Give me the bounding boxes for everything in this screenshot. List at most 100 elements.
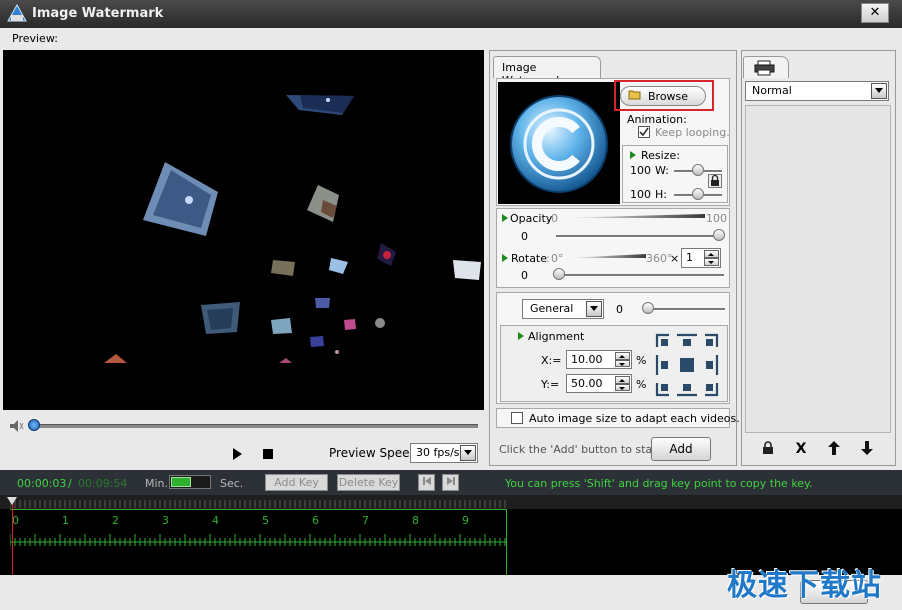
ruler-top-ticks: [10, 500, 506, 508]
app-logo-icon: [7, 3, 27, 22]
stepper-up-icon[interactable]: [615, 352, 630, 360]
chevron-down-icon[interactable]: [460, 445, 476, 461]
x-label: X:=: [541, 354, 562, 367]
rotate-slider-thumb[interactable]: [553, 268, 565, 280]
stepper-down-icon[interactable]: [704, 258, 719, 266]
arrow-down-icon: [861, 441, 873, 455]
add-button[interactable]: Add: [651, 437, 711, 461]
arrow-up-icon: [828, 441, 840, 455]
close-button[interactable]: ✕: [861, 3, 889, 23]
stepper-up-icon[interactable]: [615, 376, 630, 384]
ruler-ticks: [10, 534, 506, 546]
delete-layer-icon[interactable]: X: [791, 441, 811, 459]
keep-looping-checkbox[interactable]: [638, 126, 650, 138]
preview-speed-select[interactable]: 30 fps/s: [410, 443, 478, 463]
expand-arrow-icon: [502, 254, 508, 262]
auto-size-checkbox[interactable]: [511, 412, 523, 424]
play-icon[interactable]: [230, 447, 244, 461]
delete-key-button[interactable]: Delete Key: [337, 474, 400, 491]
timeline-hint: You can press 'Shift' and drag key point…: [505, 477, 813, 490]
browse-label: Browse: [648, 90, 689, 103]
tick-label: 4: [212, 514, 219, 527]
height-slider-thumb[interactable]: [692, 188, 704, 200]
stepper-buttons[interactable]: [704, 250, 719, 266]
blend-mode-select[interactable]: Normal: [745, 81, 889, 101]
folder-open-icon: [628, 90, 641, 100]
y-percent-label: %: [636, 378, 647, 391]
site-watermark: 极速下载站: [727, 568, 882, 603]
seek-thumb[interactable]: [28, 419, 40, 431]
rotate-value: 0: [521, 269, 528, 282]
watermark-thumbnail: [498, 82, 620, 204]
ruler-line: [10, 509, 506, 510]
stepper-down-icon[interactable]: [615, 383, 630, 391]
rotate-slider-track[interactable]: [556, 274, 724, 277]
position-slider-track[interactable]: [643, 308, 725, 311]
playhead[interactable]: [12, 500, 13, 575]
height-label: H:: [655, 188, 667, 201]
opacity-slider-track[interactable]: [556, 235, 724, 238]
video-preview: [3, 50, 484, 410]
playhead-handle-icon[interactable]: [7, 497, 17, 505]
printer-icon: [754, 60, 775, 76]
rotate-label: Rotate: [511, 252, 548, 265]
stepper-buttons[interactable]: [615, 352, 630, 367]
prev-key-button[interactable]: [418, 474, 435, 491]
alignment-grid[interactable]: [655, 333, 719, 397]
lock-icon[interactable]: [708, 174, 722, 188]
width-label: W:: [655, 164, 669, 177]
tick-label: 9: [462, 514, 469, 527]
position-mode-select[interactable]: General: [522, 299, 604, 319]
x-percent-label: %: [636, 354, 647, 367]
rotate-count-value: 1: [686, 251, 693, 264]
ruler-end-line: [506, 509, 507, 575]
rotate-count-stepper[interactable]: 1: [681, 248, 721, 268]
tick-label: 1: [62, 514, 69, 527]
checkmark-icon: [639, 127, 649, 137]
tick-label: 5: [262, 514, 269, 527]
width-slider-thumb[interactable]: [692, 164, 704, 176]
preview-speed-value: 30 fps/s: [416, 446, 460, 459]
tab-image-watermark[interactable]: Image Watermark: [493, 56, 601, 87]
seekbar-area: [3, 412, 484, 440]
volume-icon[interactable]: [9, 419, 25, 433]
position-mode-number: 0: [616, 303, 623, 316]
position-slider-thumb[interactable]: [642, 302, 654, 314]
min-label: Min.: [145, 477, 169, 490]
opacity-slider-thumb[interactable]: [713, 229, 725, 241]
chevron-down-icon[interactable]: [586, 301, 602, 317]
expand-arrow-icon: [630, 151, 636, 159]
tab-layers[interactable]: [743, 56, 789, 78]
add-key-button[interactable]: Add Key: [265, 474, 328, 491]
animation-label: Animation:: [627, 113, 687, 126]
position-mode-value: General: [530, 302, 574, 315]
stepper-up-icon[interactable]: [704, 250, 719, 258]
y-label: Y:=: [541, 378, 560, 391]
tick-label: 2: [112, 514, 119, 527]
tick-label: 6: [312, 514, 319, 527]
height-value: 100: [630, 188, 651, 201]
next-key-button[interactable]: [442, 474, 459, 491]
seek-track[interactable]: [33, 424, 478, 428]
time-separator: /: [68, 477, 72, 490]
stop-icon[interactable]: [263, 449, 273, 459]
chevron-down-icon[interactable]: [871, 83, 887, 99]
rotate-times-icon: ×: [670, 252, 680, 265]
tick-label: 0: [12, 514, 19, 527]
min-sec-toggle-knob[interactable]: [171, 477, 191, 487]
move-up-icon[interactable]: [824, 441, 844, 459]
x-position-stepper[interactable]: 10.00: [566, 350, 632, 369]
opacity-gradient: [560, 214, 705, 218]
lock-layer-icon[interactable]: [758, 441, 778, 459]
y-position-stepper[interactable]: 50.00: [566, 374, 632, 393]
layer-list[interactable]: [745, 105, 891, 433]
sec-label: Sec.: [220, 477, 244, 490]
opacity-max: 100: [706, 212, 727, 225]
alignment-label: Alignment: [528, 330, 585, 343]
stepper-buttons[interactable]: [615, 376, 630, 391]
keep-looping-label: Keep looping.: [655, 126, 730, 139]
move-down-icon[interactable]: [857, 441, 877, 459]
skip-back-icon: [422, 477, 431, 485]
stepper-down-icon[interactable]: [615, 359, 630, 367]
padlock-icon: [763, 441, 773, 454]
